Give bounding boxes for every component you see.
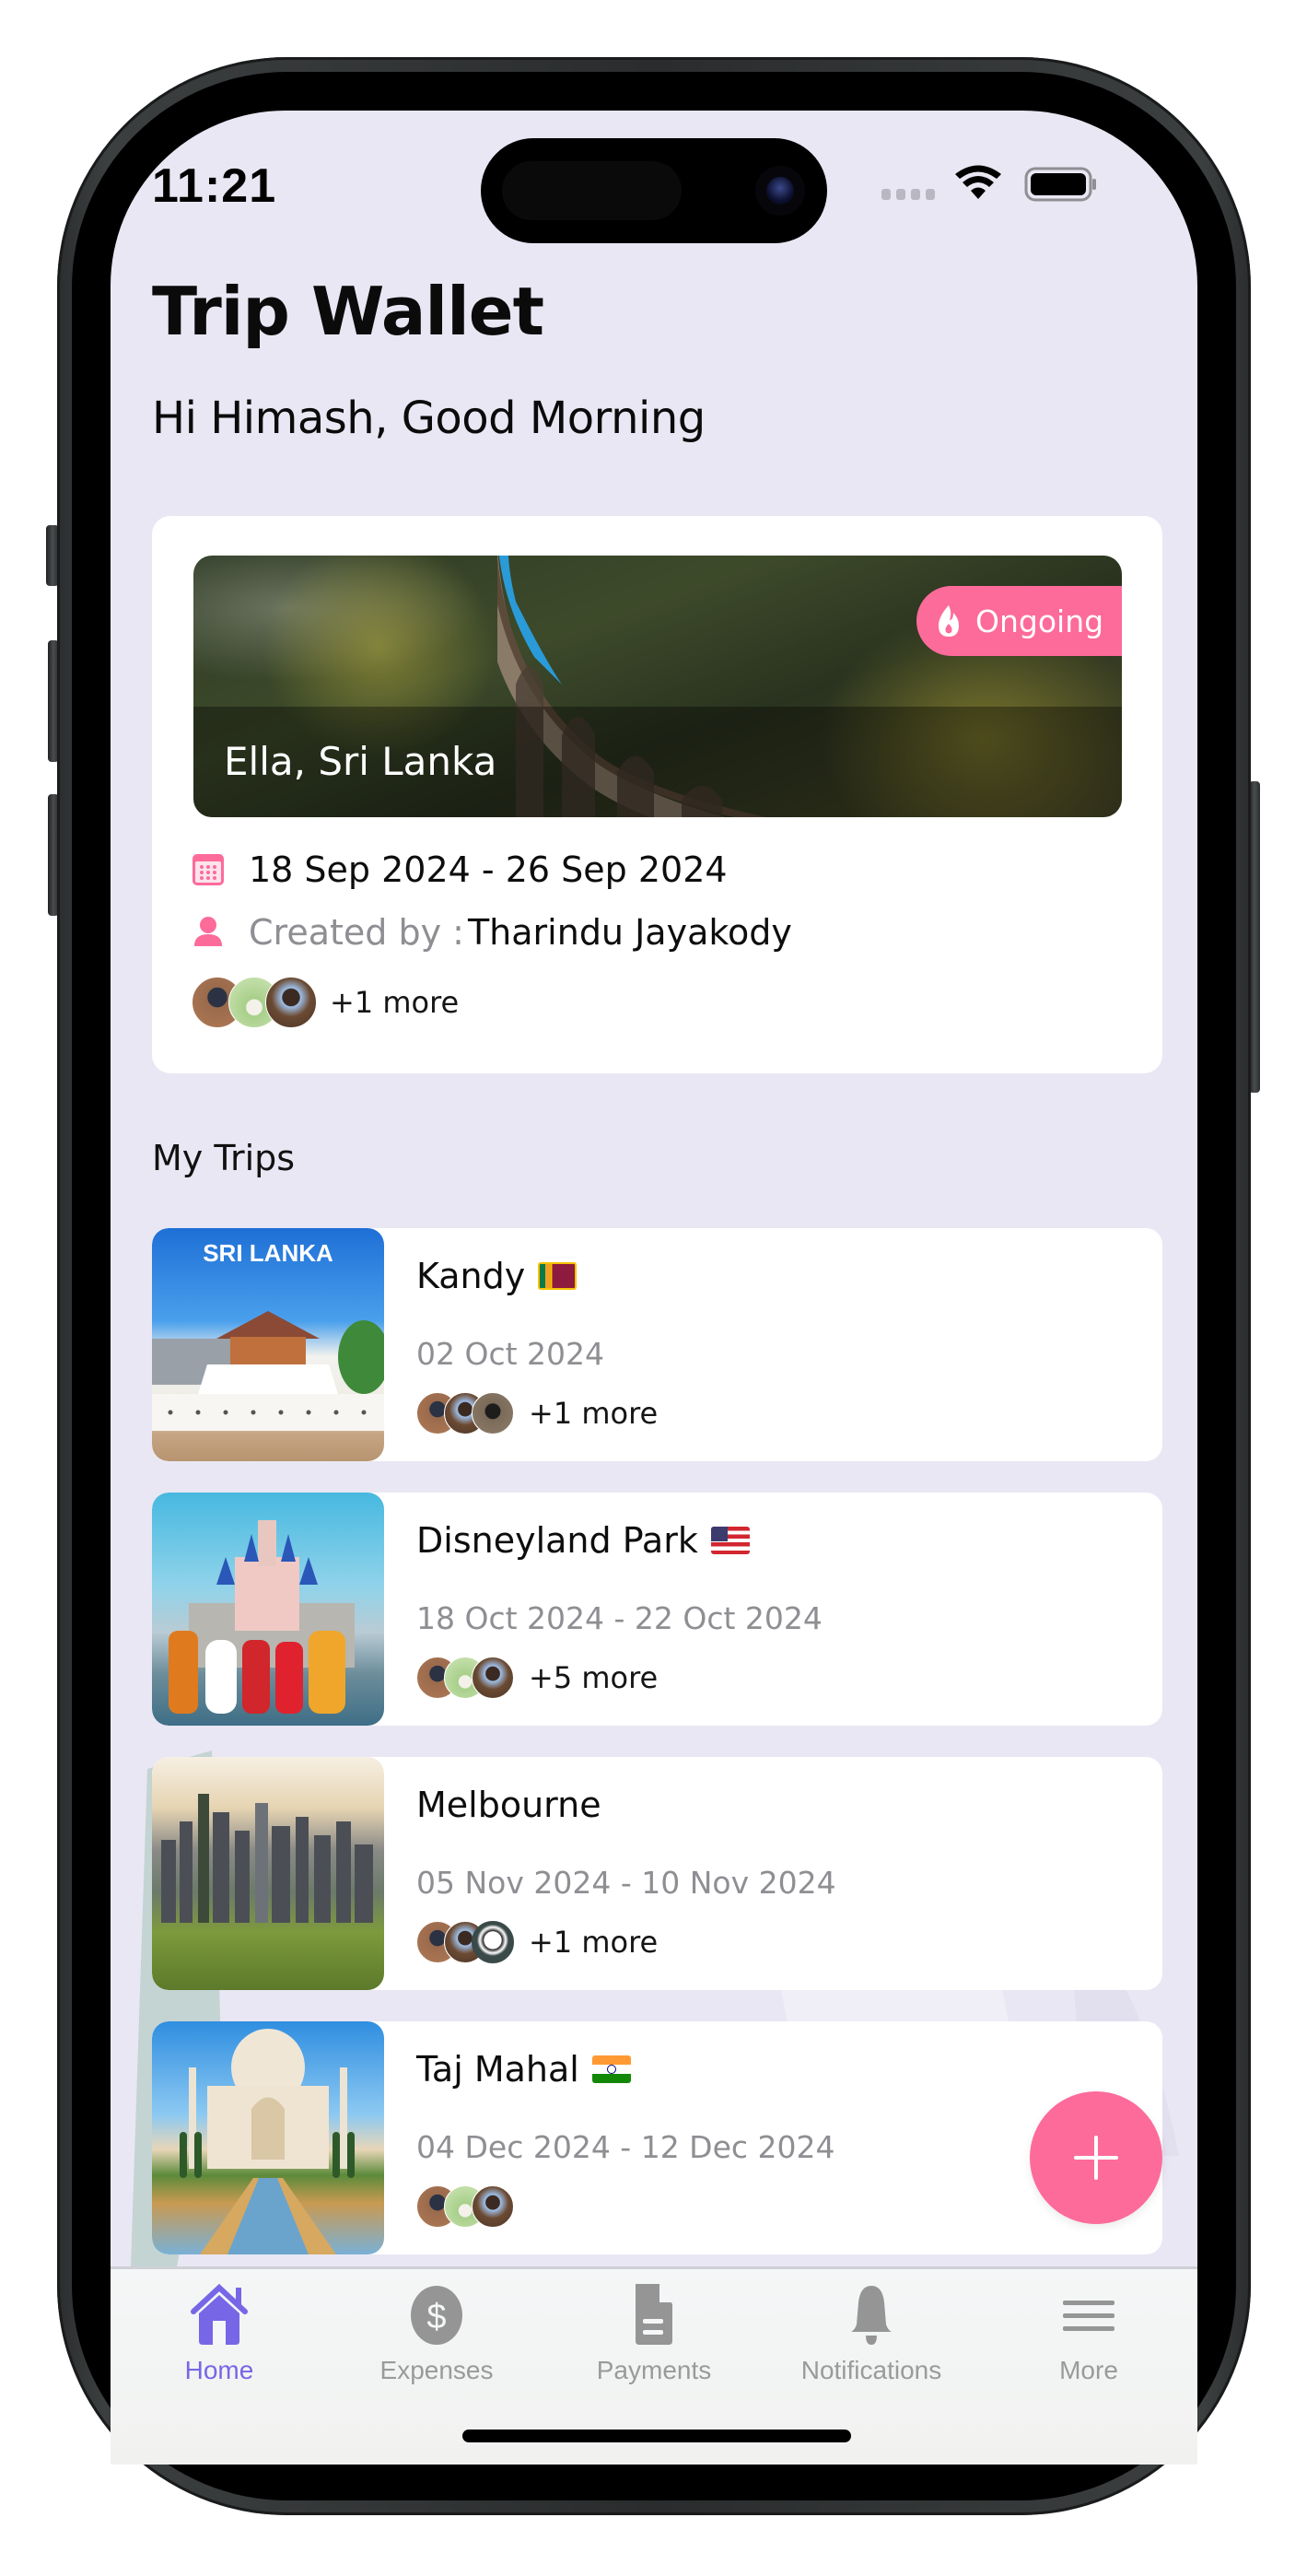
trip-dates: 02 Oct 2024: [416, 1336, 605, 1372]
trip-card-taj-mahal[interactable]: Taj Mahal 04 Dec 2024 - 12 Dec 2024: [152, 2021, 1162, 2254]
thumbnail-caption: SRI LANKA: [203, 1239, 333, 1267]
trip-name: Taj Mahal: [416, 2049, 631, 2090]
trip-members[interactable]: +1 more: [416, 1921, 658, 1963]
app-title: Trip Wallet: [152, 273, 544, 350]
bell-icon: [851, 2286, 892, 2345]
featured-trip-creator: Created by : Tharindu Jayakody: [192, 912, 792, 953]
avatar-group: [416, 1921, 514, 1963]
home-indicator[interactable]: [462, 2430, 851, 2442]
featured-trip-place: Ella, Sri Lanka: [224, 739, 497, 784]
tab-home[interactable]: Home: [111, 2282, 328, 2385]
skyline-illustration: [161, 1794, 373, 1923]
more-members-text: +1 more: [529, 1925, 659, 1960]
featured-trip-members[interactable]: +1 more: [192, 977, 459, 1028]
avatar-group: [192, 977, 317, 1028]
trip-name: Melbourne: [416, 1785, 601, 1825]
trip-thumbnail: [152, 1757, 384, 1990]
dollar-icon: $: [411, 2286, 462, 2345]
avatar: [472, 2185, 514, 2228]
avatar: [265, 977, 317, 1028]
section-title-my-trips: My Trips: [152, 1138, 296, 1178]
tab-label: More: [1059, 2356, 1118, 2384]
trip-name: Disneyland Park: [416, 1520, 750, 1561]
avatar-group: [416, 1392, 514, 1434]
more-members-text: +1 more: [330, 985, 460, 1020]
trip-name-text: Kandy: [416, 1256, 526, 1296]
front-camera-icon: [766, 177, 794, 205]
more-members-text: +1 more: [529, 1396, 659, 1431]
trip-card-kandy[interactable]: SRI LANKA Kandy 02 Oct 2024 +1 more: [152, 1228, 1162, 1461]
trip-card-disneyland-park[interactable]: Disneyland Park 18 Oct 2024 - 22 Oct 202…: [152, 1493, 1162, 1726]
avatar-group: [416, 1657, 514, 1699]
greeting-text: Hi Himash, Good Morning: [152, 392, 706, 444]
wifi-icon: [955, 165, 1001, 199]
trip-name: Kandy: [416, 1256, 578, 1296]
temple-illustration: [152, 1311, 384, 1431]
person-icon: [194, 917, 222, 946]
trip-members[interactable]: +5 more: [416, 1657, 658, 1699]
menu-icon: [1063, 2301, 1114, 2331]
featured-trip-dates: 18 Sep 2024 - 26 Sep 2024: [192, 849, 728, 890]
created-by-name: Tharindu Jayakody: [467, 912, 792, 953]
more-members-text: +5 more: [529, 1660, 659, 1695]
trip-thumbnail: [152, 2021, 384, 2254]
trip-dates: 04 Dec 2024 - 12 Dec 2024: [416, 2129, 835, 2165]
trip-dates: 05 Nov 2024 - 10 Nov 2024: [416, 1865, 836, 1901]
tab-label: Expenses: [379, 2356, 494, 2384]
svg-text:$: $: [426, 2298, 446, 2336]
trip-members[interactable]: +1 more: [416, 1392, 658, 1434]
trip-name-text: Melbourne: [416, 1785, 601, 1825]
status-badge-label: Ongoing: [975, 603, 1104, 639]
trip-members[interactable]: [416, 2185, 529, 2228]
trip-card-melbourne[interactable]: Melbourne 05 Nov 2024 - 10 Nov 2024 +1 m…: [152, 1757, 1162, 1990]
trip-thumbnail: [152, 1493, 384, 1726]
tab-expenses[interactable]: $ Expenses: [328, 2282, 545, 2385]
castle-illustration: [169, 1520, 355, 1714]
avatar: [472, 1657, 514, 1699]
usa-flag-icon: [710, 1527, 750, 1554]
tab-payments[interactable]: Payments: [545, 2282, 763, 2385]
home-icon: [191, 2283, 248, 2345]
trip-name-text: Disneyland Park: [416, 1520, 698, 1561]
trip-thumbnail: SRI LANKA: [152, 1228, 384, 1461]
avatar: [472, 1392, 514, 1434]
tab-label: Home: [184, 2356, 254, 2384]
plus-icon: [1074, 2136, 1118, 2180]
add-trip-button[interactable]: [1030, 2091, 1162, 2224]
trip-name-text: Taj Mahal: [416, 2049, 579, 2090]
india-flag-icon: [591, 2055, 631, 2083]
dynamic-island-sensor: [502, 161, 682, 220]
status-badge: Ongoing: [916, 586, 1122, 656]
tab-label: Payments: [596, 2356, 712, 2384]
sri-lanka-flag-icon: [538, 1262, 578, 1290]
battery-icon: [1024, 167, 1096, 202]
document-icon: [636, 2284, 672, 2345]
tab-more[interactable]: More: [980, 2282, 1197, 2385]
signal-dots-icon: [881, 189, 935, 200]
calendar-icon: [193, 854, 224, 885]
created-by-label: Created by :: [249, 912, 464, 953]
avatar-group: [416, 2185, 514, 2228]
taj-mahal-illustration: [180, 2029, 355, 2254]
tab-notifications[interactable]: Notifications: [763, 2282, 980, 2385]
tab-label: Notifications: [800, 2356, 942, 2384]
fire-icon: [939, 605, 959, 637]
status-time: 11:21: [152, 159, 277, 213]
trip-dates: 18 Oct 2024 - 22 Oct 2024: [416, 1600, 823, 1636]
featured-trip-date-range: 18 Sep 2024 - 26 Sep 2024: [249, 849, 728, 890]
avatar: [472, 1921, 514, 1963]
